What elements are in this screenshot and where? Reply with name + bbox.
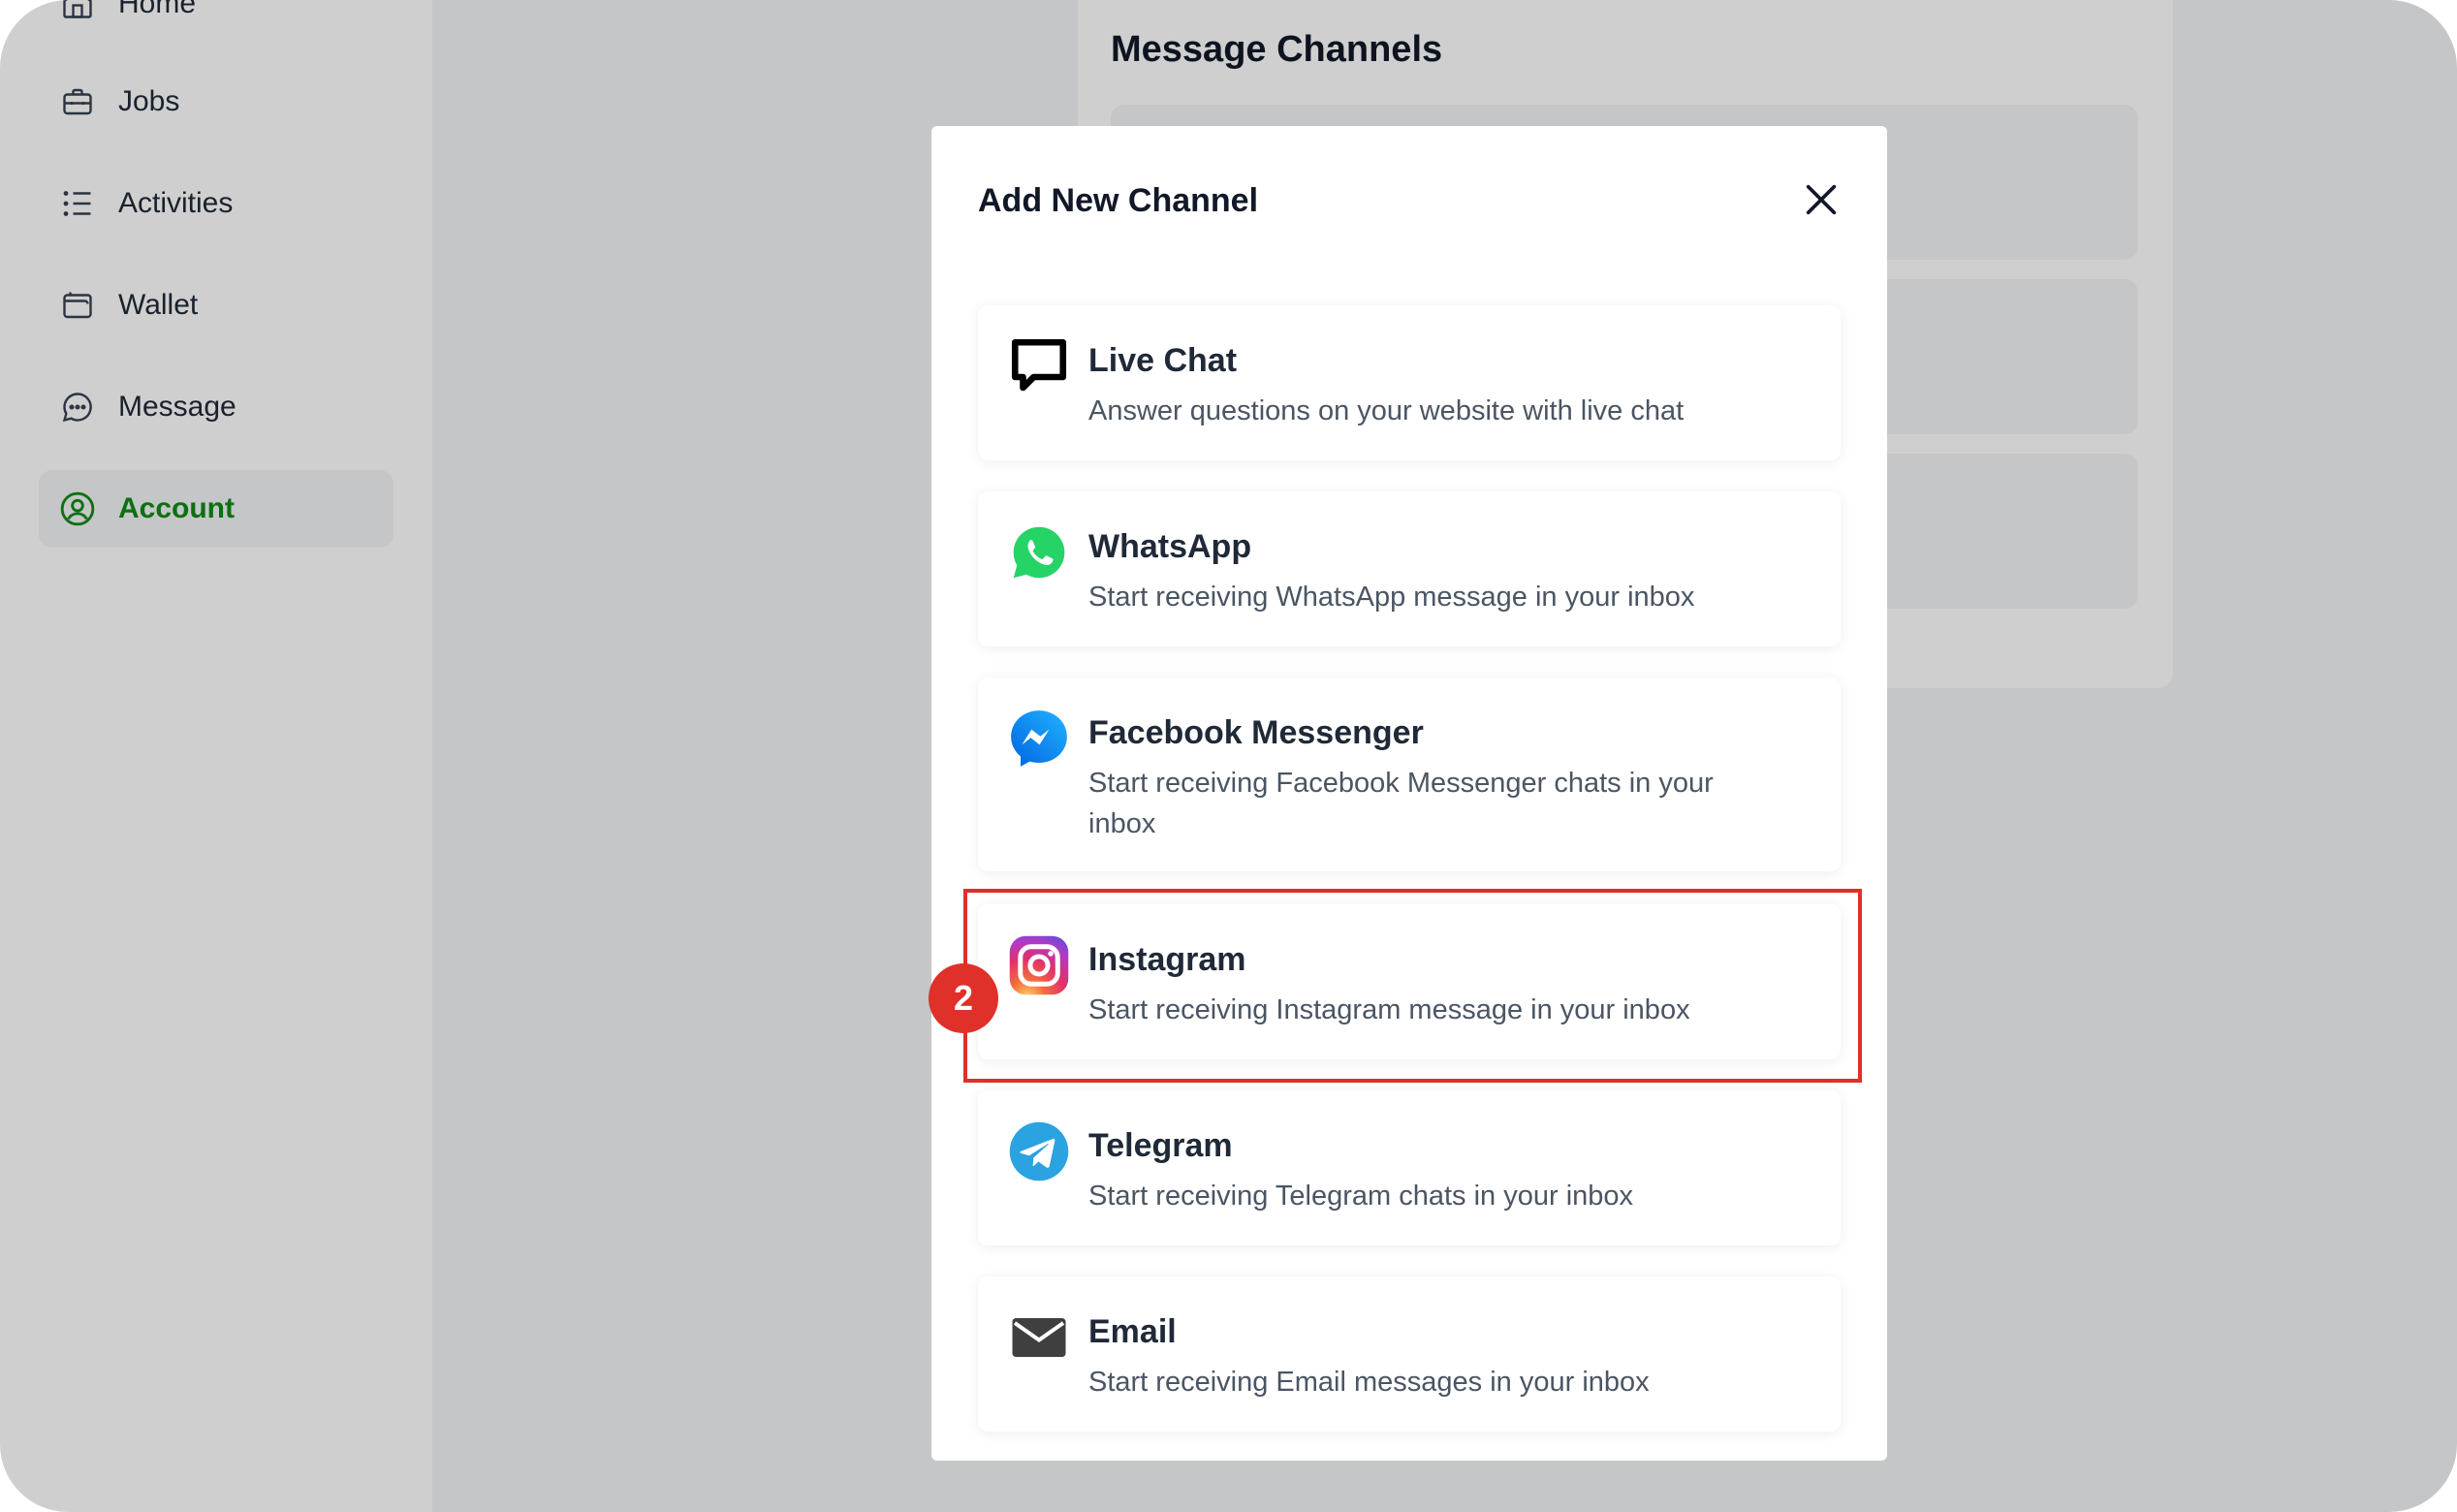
live-chat-icon: [1007, 334, 1071, 398]
messenger-icon: [1007, 707, 1071, 771]
modal-title: Add New Channel: [978, 182, 1259, 219]
channel-option-whatsapp[interactable]: WhatsApp Start receiving WhatsApp messag…: [978, 491, 1841, 646]
email-icon: [1007, 1306, 1071, 1370]
channel-name: Facebook Messenger: [1088, 714, 1424, 751]
channel-description: Start receiving Email messages in your i…: [1088, 1367, 1650, 1398]
channel-option-facebook-messenger[interactable]: Facebook Messenger Start receiving Faceb…: [978, 677, 1841, 871]
channel-option-telegram[interactable]: Telegram Start receiving Telegram chats …: [978, 1090, 1841, 1245]
channel-description: Start receiving Telegram chats in your i…: [1088, 1181, 1634, 1212]
channel-description: Start receiving WhatsApp message in your…: [1088, 582, 1695, 613]
channel-description: Answer questions on your website with li…: [1088, 395, 1685, 426]
highlight-box: [963, 889, 1862, 1083]
step-badge: 2: [929, 963, 998, 1033]
add-channel-modal: Add New Channel Live Chat Answer questio…: [931, 126, 1887, 1461]
channel-name: Telegram: [1088, 1127, 1233, 1164]
app-window: Home Jobs Activities Wallet Message Acco…: [0, 0, 2457, 1512]
close-icon: [1802, 180, 1841, 224]
channel-name: Live Chat: [1088, 342, 1238, 379]
close-button[interactable]: [1792, 173, 1850, 231]
channel-name: WhatsApp: [1088, 528, 1252, 565]
channel-description: Start receiving Facebook Messenger chats…: [1088, 768, 1714, 839]
channel-option-email[interactable]: Email Start receiving Email messages in …: [978, 1276, 1841, 1432]
telegram-icon: [1007, 1119, 1071, 1183]
channel-option-live-chat[interactable]: Live Chat Answer questions on your websi…: [978, 305, 1841, 460]
whatsapp-icon: [1007, 520, 1071, 584]
channel-name: Email: [1088, 1313, 1177, 1350]
